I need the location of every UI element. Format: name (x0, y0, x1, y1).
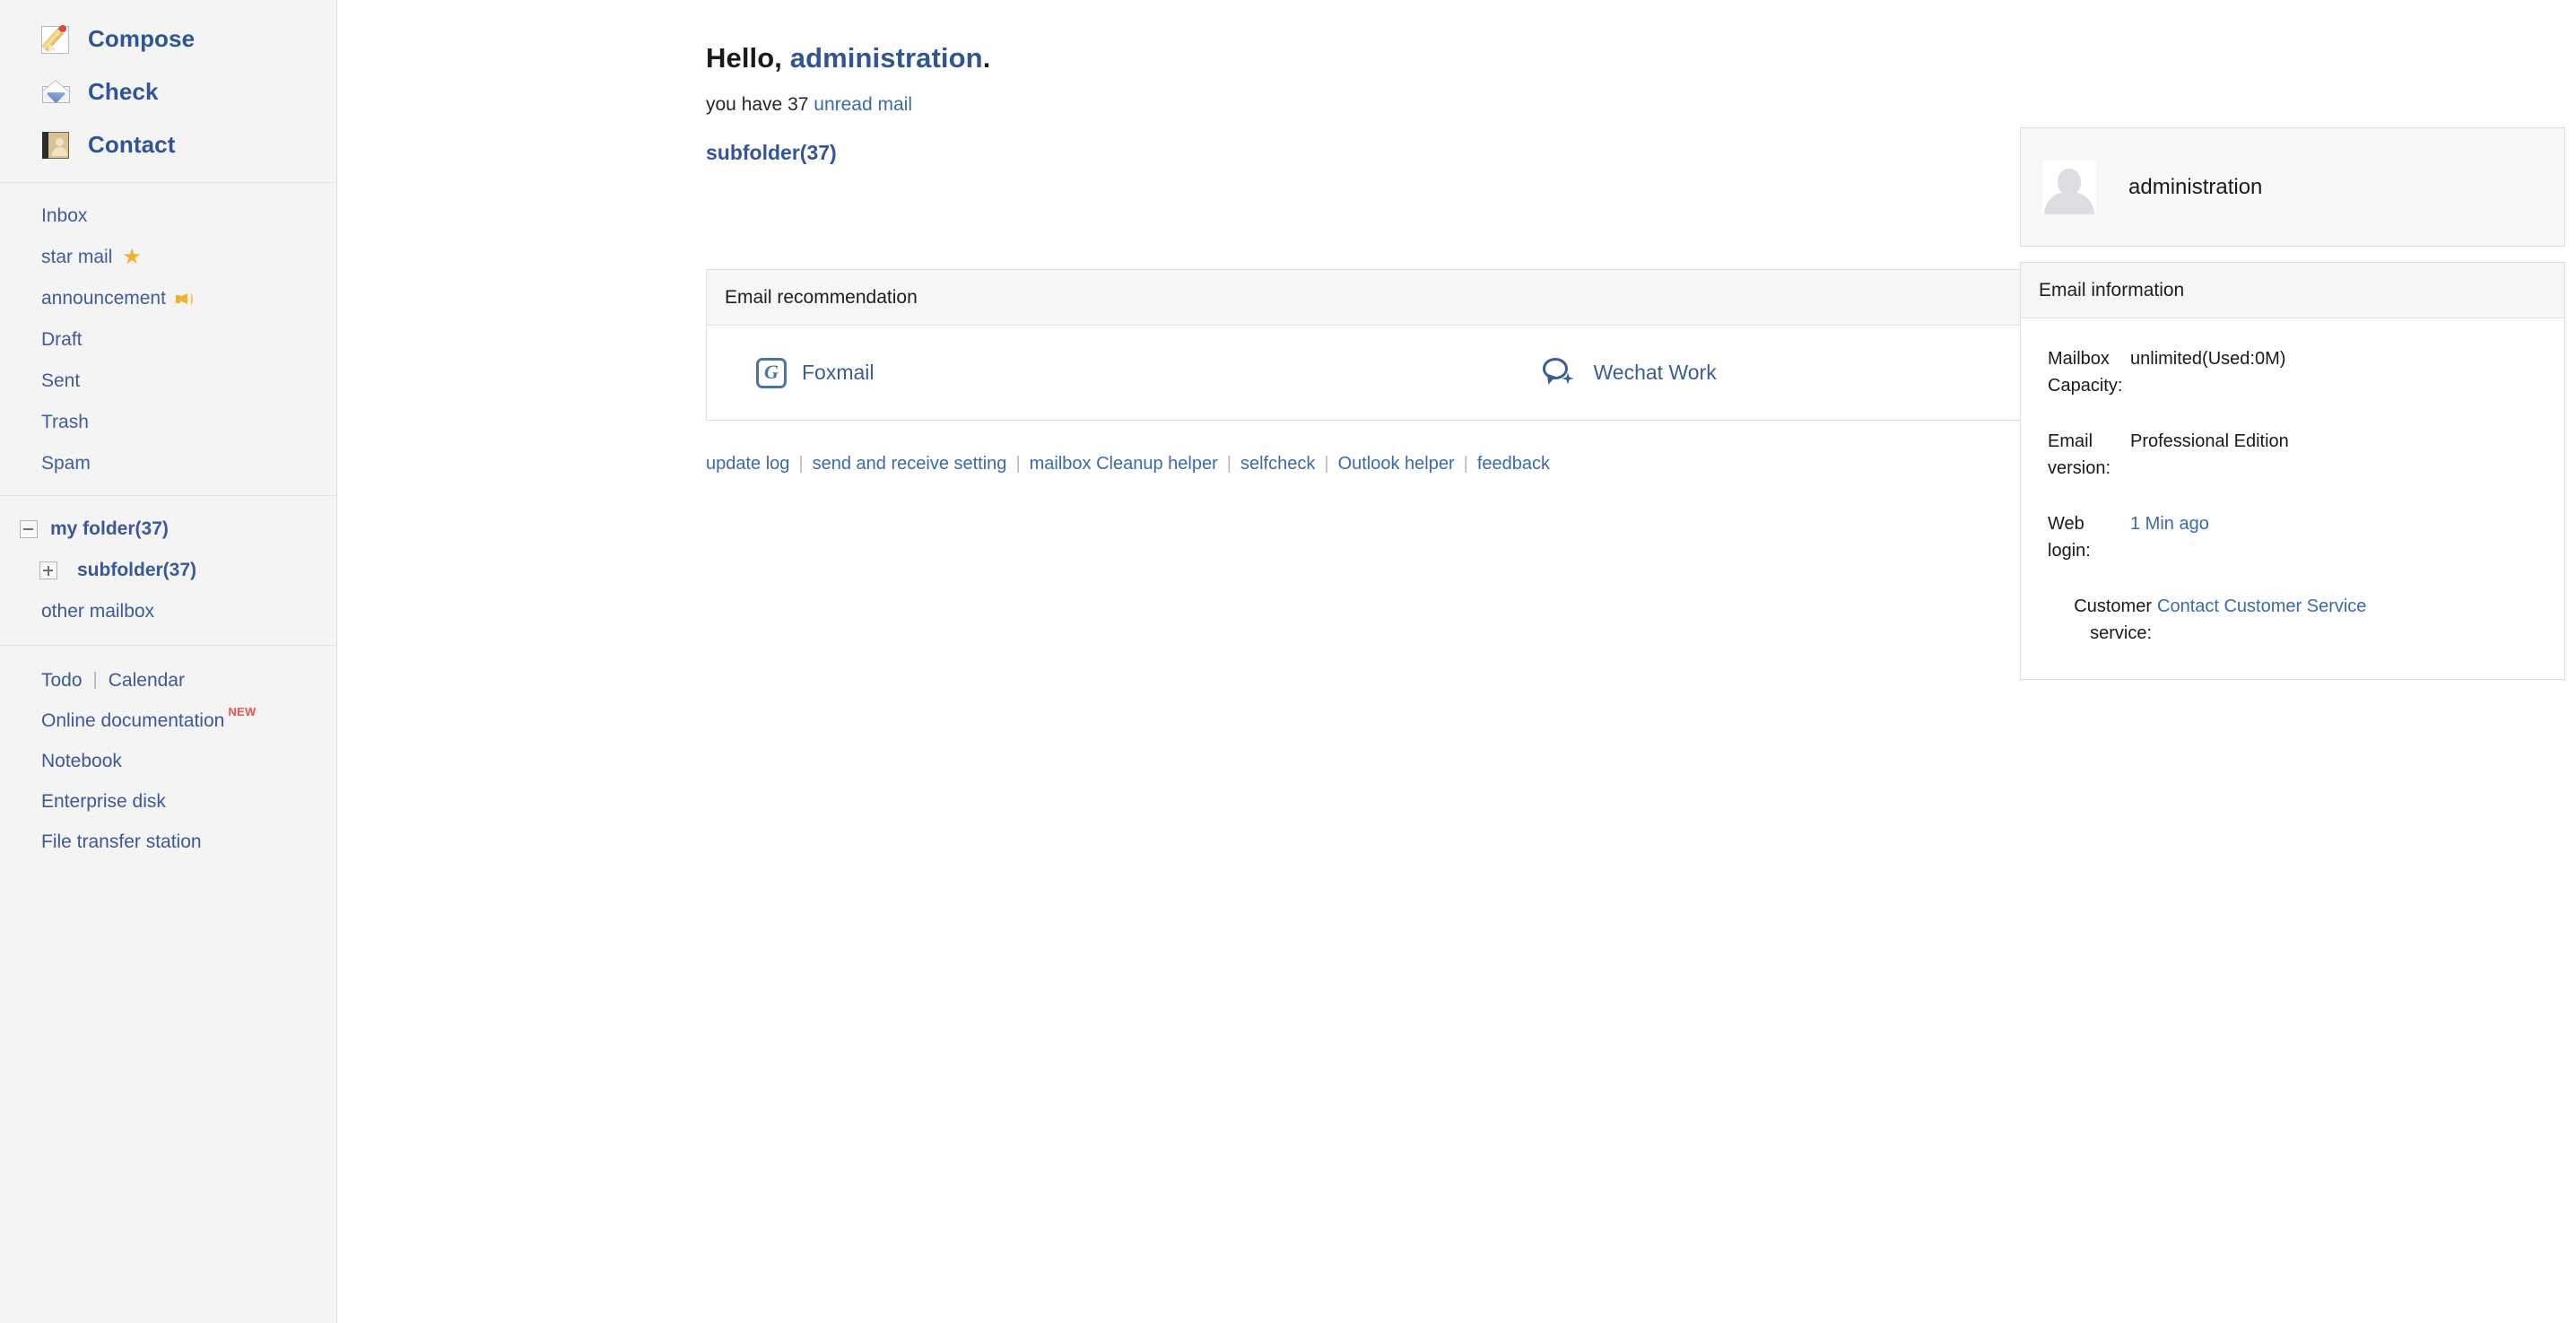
sidebar-item-calendar[interactable]: Calendar (109, 670, 185, 692)
greeting-username[interactable]: administration (790, 42, 983, 74)
link-update-log[interactable]: update log (706, 454, 789, 474)
info-row-web-login: Web login: 1 Min ago (2021, 510, 2564, 564)
profile-name: administration (2128, 174, 2263, 199)
link-separator: | (1463, 454, 1468, 474)
sidebar-item-contact-label: Contact (88, 131, 176, 158)
sidebar-item-inbox[interactable]: Inbox (0, 196, 336, 237)
sidebar-item-todo[interactable]: Todo (41, 670, 83, 692)
link-separator: | (1324, 454, 1329, 474)
sidebar-item-notebook-label: Notebook (41, 750, 122, 771)
sidebar-my-folder-tree: my folder(37) subfolder(37) other mailbo… (0, 496, 336, 646)
sidebar-item-spam-label: Spam (41, 453, 91, 474)
star-icon: ★ (122, 245, 142, 269)
info-row-email-version: Email version: Professional Edition (2021, 428, 2564, 482)
sidebar-item-notebook[interactable]: Notebook (0, 741, 336, 781)
todo-calendar-separator: | (92, 670, 98, 690)
email-information-panel: Email information Mailbox Capacity: unli… (2020, 262, 2565, 680)
sidebar-item-other-mailbox[interactable]: other mailbox (0, 591, 336, 632)
sidebar-item-draft[interactable]: Draft (0, 319, 336, 361)
recommendation-item-wechat-work[interactable]: Wechat Work (1542, 357, 1717, 388)
info-value-mailbox-capacity: unlimited(Used:0M) (2130, 349, 2286, 369)
info-value-email-version: Professional Edition (2130, 431, 2289, 451)
link-separator: | (1226, 454, 1231, 474)
sidebar-item-online-documentation-label: Online documentation (41, 709, 225, 731)
recommendation-item-wechat-work-label: Wechat Work (1593, 361, 1717, 384)
unread-count-text: you have 37 (706, 94, 809, 115)
sidebar-folder-list: Inbox star mail ★ announcement Draft Sen… (0, 183, 336, 496)
email-information-title: Email information (2021, 263, 2564, 318)
sidebar-item-other-mailbox-label: other mailbox (41, 601, 155, 622)
foxmail-icon: G (756, 357, 787, 388)
link-feedback[interactable]: feedback (1477, 454, 1550, 474)
sidebar-item-star-mail-label: star mail (41, 247, 113, 267)
sidebar-item-sent[interactable]: Sent (0, 361, 336, 402)
recommendation-item-foxmail-label: Foxmail (802, 361, 875, 384)
mail-client-page: Compose Check Contact Inbox star mail ★ … (0, 0, 2576, 1323)
sidebar-item-check[interactable]: Check (0, 65, 336, 118)
info-row-mailbox-capacity: Mailbox Capacity: unlimited(Used:0M) (2021, 345, 2564, 399)
link-outlook-helper[interactable]: Outlook helper (1338, 454, 1455, 474)
sidebar-item-announcement[interactable]: announcement (0, 278, 336, 319)
page-title: Hello, administration. (337, 0, 2576, 74)
megaphone-icon (175, 291, 196, 308)
recommendation-item-foxmail[interactable]: G Foxmail (756, 357, 875, 388)
link-send-and-receive-setting[interactable]: send and receive setting (813, 454, 1007, 474)
greeting-prefix: Hello, (706, 42, 783, 74)
sidebar-item-file-transfer-station[interactable]: File transfer station (0, 822, 336, 862)
sidebar-item-contact[interactable]: Contact (0, 118, 336, 171)
sidebar-item-my-folder-label: my folder(37) (50, 518, 169, 539)
check-mail-icon (41, 77, 72, 108)
sidebar-item-todo-calendar: Todo | Calendar (0, 660, 336, 701)
sidebar-item-subfolder[interactable]: subfolder(37) (0, 550, 336, 591)
info-value-web-login[interactable]: 1 Min ago (2130, 510, 2209, 564)
sidebar-item-compose[interactable]: Compose (0, 13, 336, 65)
sidebar-item-sent-label: Sent (41, 370, 81, 391)
sidebar-item-trash[interactable]: Trash (0, 402, 336, 443)
sidebar-item-compose-label: Compose (88, 25, 196, 52)
utility-links: update log | send and receive setting | … (706, 454, 1550, 474)
info-label-email-version: Email version: (2048, 431, 2111, 478)
sidebar-item-trash-label: Trash (41, 412, 89, 432)
unread-summary: you have 37 unread mail (337, 74, 2576, 116)
collapse-minus-icon[interactable] (20, 520, 38, 538)
new-badge: NEW (228, 705, 257, 718)
sidebar-item-enterprise-disk[interactable]: Enterprise disk (0, 781, 336, 822)
info-label-mailbox-capacity: Mailbox Capacity: (2048, 349, 2123, 396)
unread-mail-link[interactable]: unread mail (814, 94, 912, 115)
avatar (2042, 160, 2096, 214)
contact-book-icon (41, 130, 72, 161)
sidebar-item-file-transfer-station-label: File transfer station (41, 831, 202, 852)
link-separator: | (1015, 454, 1021, 474)
right-column: administration Email information Mailbox… (2020, 127, 2565, 680)
sidebar-item-enterprise-disk-label: Enterprise disk (41, 790, 166, 812)
link-selfcheck[interactable]: selfcheck (1240, 454, 1315, 474)
sidebar-item-my-folder[interactable]: my folder(37) (0, 509, 336, 550)
sidebar: Compose Check Contact Inbox star mail ★ … (0, 0, 337, 1323)
sidebar-tools-list: Todo | Calendar Online documentation NEW… (0, 646, 336, 873)
sidebar-item-subfolder-label: subfolder(37) (77, 560, 197, 580)
wechat-work-icon (1542, 357, 1579, 388)
email-information-body: Mailbox Capacity: unlimited(Used:0M) Ema… (2021, 318, 2564, 679)
sidebar-item-draft-label: Draft (41, 329, 83, 350)
compose-icon (41, 22, 72, 55)
main-content: Hello, administration. you have 37 unrea… (337, 0, 2576, 1323)
profile-card: administration (2020, 127, 2565, 247)
sidebar-item-spam[interactable]: Spam (0, 443, 336, 484)
expand-plus-icon[interactable] (39, 561, 57, 579)
link-mailbox-cleanup-helper[interactable]: mailbox Cleanup helper (1030, 454, 1218, 474)
link-separator: | (798, 454, 804, 474)
sidebar-item-star-mail[interactable]: star mail ★ (0, 237, 336, 278)
sidebar-item-announcement-label: announcement (41, 288, 166, 309)
sidebar-item-online-documentation[interactable]: Online documentation NEW (0, 701, 336, 741)
sidebar-primary-actions: Compose Check Contact (0, 0, 336, 183)
info-row-customer-service: Customer service: Contact Customer Servi… (2021, 593, 2564, 647)
sidebar-item-check-label: Check (88, 78, 159, 105)
greeting-suffix: . (982, 42, 991, 74)
info-value-customer-service[interactable]: Contact Customer Service (2157, 593, 2366, 647)
sidebar-item-inbox-label: Inbox (41, 205, 88, 226)
info-label-web-login: Web login: (2048, 514, 2091, 561)
info-label-customer-service: Customer service: (2074, 596, 2152, 643)
